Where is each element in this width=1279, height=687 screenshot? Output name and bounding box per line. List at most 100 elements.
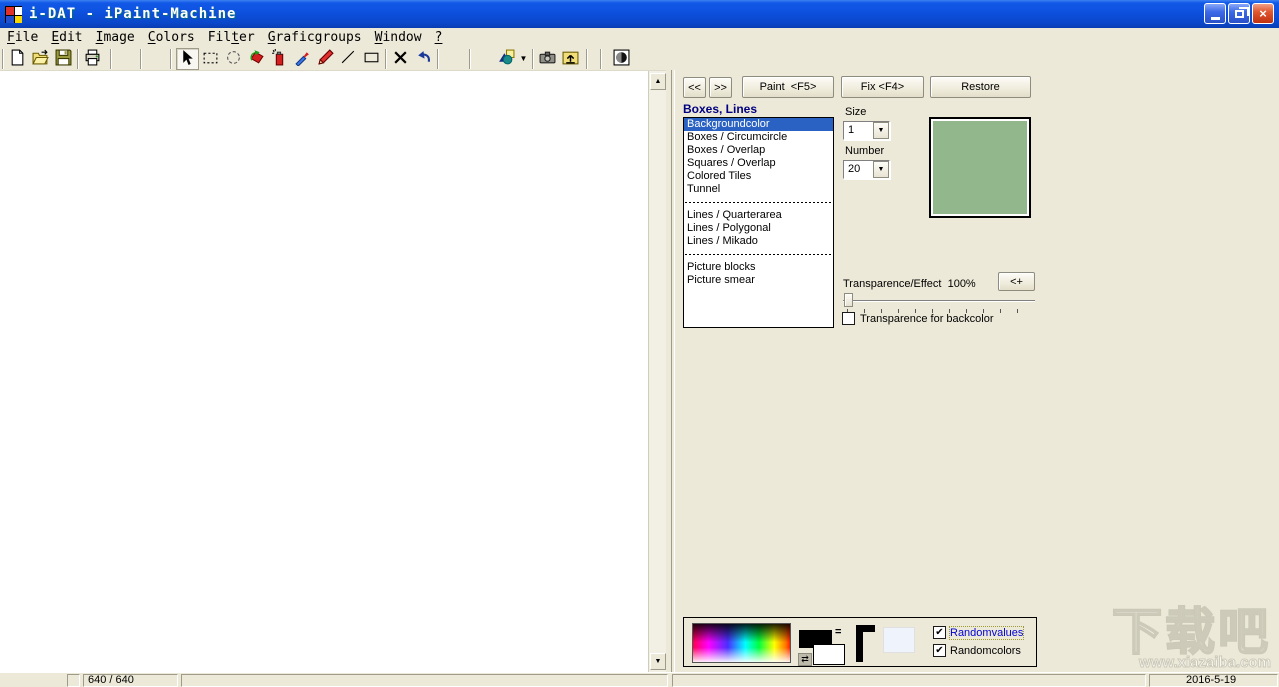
list-item[interactable]: Backgroundcolor: [684, 118, 833, 131]
minimize-button[interactable]: [1204, 3, 1226, 24]
menu-graficgroups[interactable]: Graficgroups: [268, 30, 362, 45]
equals-sign: =: [835, 626, 842, 638]
menu-bar: File Edit Image Colors Filter Graficgrou…: [0, 28, 1279, 47]
menu-colors[interactable]: Colors: [148, 30, 195, 45]
open-folder-icon: [32, 49, 49, 69]
camera-button[interactable]: [536, 48, 559, 70]
toolbar-separator: [110, 48, 112, 69]
size-value: 1: [844, 122, 873, 139]
restore-button[interactable]: [1228, 3, 1250, 24]
rect-select-tool[interactable]: [199, 48, 222, 70]
restore-button-panel[interactable]: Restore: [930, 76, 1031, 98]
toolbar-separator: [532, 48, 534, 69]
size-dropdown-arrow[interactable]: ▼: [873, 122, 889, 139]
eyedropper-tool[interactable]: [291, 48, 314, 70]
camera-icon: [539, 49, 556, 69]
folder-up-button[interactable]: [559, 48, 582, 70]
toolbar-separator: [437, 48, 439, 69]
paint-button[interactable]: Paint <F5>: [742, 76, 834, 98]
pencil-tool[interactable]: [314, 48, 337, 70]
list-item[interactable]: Squares / Overlap: [684, 157, 833, 170]
list-item[interactable]: Tunnel: [684, 183, 833, 196]
randomcolors-checkbox[interactable]: ✔: [933, 644, 946, 657]
randomvalues-checkbox[interactable]: ✔: [933, 626, 946, 639]
rectangle-icon: [363, 49, 380, 69]
list-separator: [684, 248, 833, 261]
contrast-button[interactable]: [610, 48, 633, 70]
transparence-value: 100%: [947, 278, 976, 290]
scroll-up-button[interactable]: ▲: [650, 73, 666, 90]
canvas-vertical-scrollbar[interactable]: ▲ ▼: [648, 71, 666, 672]
paint-canvas[interactable]: [0, 71, 648, 672]
randomcolors-label[interactable]: Randomcolors: [950, 645, 1021, 657]
prev-group-button[interactable]: <<: [683, 77, 706, 98]
select-arrow-tool[interactable]: [176, 47, 199, 70]
list-item[interactable]: Boxes / Overlap: [684, 144, 833, 157]
status-message-panel: [181, 674, 668, 687]
transparence-slider[interactable]: [843, 293, 1035, 309]
list-item[interactable]: Boxes / Circumcircle: [684, 131, 833, 144]
circle-icon: [225, 49, 242, 69]
transparence-label: Transparence/Effect 100%: [843, 278, 976, 290]
menu-window[interactable]: Window: [375, 30, 422, 45]
next-group-button[interactable]: >>: [709, 77, 732, 98]
pattern-listbox[interactable]: Backgroundcolor Boxes / Circumcircle Box…: [683, 117, 834, 328]
number-combobox[interactable]: 20 ▼: [843, 160, 890, 179]
spray-tool[interactable]: [268, 48, 291, 70]
scroll-down-button[interactable]: ▼: [650, 653, 666, 670]
toolbar-separator: [586, 48, 588, 69]
undo-button[interactable]: [412, 48, 435, 70]
menu-file[interactable]: File: [7, 30, 38, 45]
delete-button[interactable]: [389, 48, 412, 70]
list-item[interactable]: Picture smear: [684, 274, 833, 287]
eyedropper-icon: [294, 49, 311, 69]
toolbar-separator: [600, 48, 602, 69]
menu-image[interactable]: Image: [96, 30, 135, 45]
status-bar: 640 / 640 2016-5-19: [0, 672, 1279, 687]
shapes-picker-button[interactable]: [495, 48, 518, 70]
swap-colors-icon[interactable]: ⇄: [798, 653, 812, 666]
list-item[interactable]: Picture blocks: [684, 261, 833, 274]
slider-thumb[interactable]: [844, 293, 853, 307]
transparence-backcolor-checkbox[interactable]: [842, 312, 855, 325]
save-icon: [55, 49, 72, 69]
toolbar-separator: [170, 48, 172, 69]
spray-can-icon: [271, 48, 288, 69]
printer-icon: [84, 49, 101, 69]
print-button[interactable]: [81, 48, 104, 70]
list-item[interactable]: Colored Tiles: [684, 170, 833, 183]
current-backcolor-swatch[interactable]: [883, 627, 915, 653]
dashed-rectangle-icon: [202, 49, 219, 69]
list-item[interactable]: Lines / Polygonal: [684, 222, 833, 235]
rectangle-tool[interactable]: [360, 48, 383, 70]
transparence-step-button[interactable]: <+: [998, 272, 1035, 291]
group-title: Boxes, Lines: [683, 102, 758, 116]
save-button[interactable]: [52, 48, 75, 70]
randomvalues-label[interactable]: Randomvalues: [948, 626, 1025, 640]
close-button[interactable]: ×: [1252, 3, 1274, 24]
line-tool[interactable]: [337, 48, 360, 70]
fill-rotate-icon: [248, 49, 265, 69]
list-item[interactable]: Lines / Mikado: [684, 235, 833, 248]
toolbar-separator: [77, 48, 79, 69]
contrast-gradient-icon: [613, 49, 630, 69]
menu-edit[interactable]: Edit: [51, 30, 82, 45]
pencil-icon: [317, 48, 334, 69]
number-dropdown-arrow[interactable]: ▼: [873, 161, 889, 178]
status-size-panel: 640 / 640: [83, 674, 178, 687]
rainbow-color-picker[interactable]: [692, 623, 791, 663]
ellipse-select-tool[interactable]: [222, 48, 245, 70]
open-button[interactable]: [29, 48, 52, 70]
new-document-button[interactable]: [6, 48, 29, 70]
shapes-dropdown-arrow[interactable]: ▼: [518, 54, 529, 63]
size-combobox[interactable]: 1 ▼: [843, 121, 890, 140]
background-color-swatch[interactable]: [813, 644, 845, 665]
menu-filter[interactable]: Filter: [208, 30, 255, 45]
menu-help[interactable]: ?: [435, 30, 443, 45]
number-label: Number: [845, 145, 885, 157]
list-item[interactable]: Lines / Quarterarea: [684, 209, 833, 222]
fix-button[interactable]: Fix <F4>: [841, 76, 924, 98]
angle-shape-icon: [856, 625, 875, 662]
status-date-panel: 2016-5-19: [1149, 674, 1278, 687]
fill-tool[interactable]: [245, 48, 268, 70]
